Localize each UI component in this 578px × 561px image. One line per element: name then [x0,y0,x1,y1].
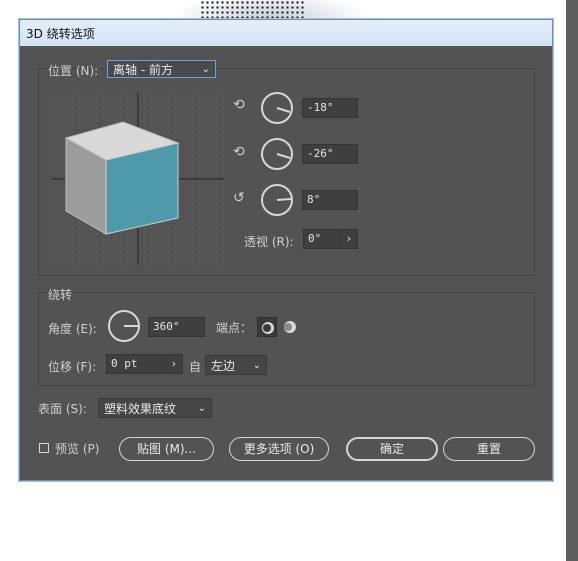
preview-checkbox[interactable] [39,443,49,453]
rotate-x-axis-icon: ⟲ [233,97,245,113]
position-preset-value: 离轴 - 前方 [113,63,173,77]
from-value: 左边 [211,359,236,373]
dialog-titlebar[interactable]: 3D 绕转选项 [20,20,552,46]
cap-on-icon [262,322,274,334]
offset-label: 位移 (F): [48,360,97,374]
position-label: 位置 (N): [48,64,99,78]
rotate-y-axis-icon: ⟲ [233,144,245,160]
perspective-arrow-button[interactable]: › [340,229,358,249]
angle-label: 角度 (E): [48,322,97,336]
from-label: 自 [189,360,202,374]
offset-input[interactable]: 0 pt [106,354,166,374]
revolve-label: 绕转 [48,288,73,302]
map-button[interactable]: 贴图 (M)... [119,437,214,461]
perspective-label: 透视 (R): [244,235,294,249]
rot-x-input[interactable]: -18° [302,98,358,118]
from-select[interactable]: 左边 ⌄ [205,355,267,375]
surface-select[interactable]: 塑料效果底纹 ⌄ [98,398,212,418]
cube-preview[interactable] [52,93,224,265]
rot-x-dial[interactable] [261,92,293,124]
preview-label[interactable]: 预览 (P) [55,440,99,457]
rot-y-dial[interactable] [261,138,293,170]
cap-on-button[interactable] [257,317,277,337]
more-options-button[interactable]: 更多选项 (O) [229,437,329,461]
position-preset-select[interactable]: 离轴 - 前方 ⌄ [107,60,216,78]
rot-z-dial[interactable] [261,184,293,216]
ok-button[interactable]: 确定 [346,437,438,461]
surface-value: 塑料效果底纹 [104,402,177,416]
chevron-down-icon: ⌄ [201,64,210,75]
angle-input[interactable]: 360° [148,317,205,337]
cube-preview-svg [52,93,224,265]
chevron-down-icon: ⌄ [197,403,206,414]
dialog-title: 3D 绕转选项 [26,27,95,41]
angle-dial[interactable] [108,310,140,342]
chevron-down-icon: ⌄ [252,360,261,371]
reset-button[interactable]: 重置 [443,437,535,461]
rot-z-input[interactable]: 8° [302,190,358,210]
surface-label: 表面 (S): [38,402,87,416]
cap-off-icon [284,321,296,333]
rotate-z-axis-icon: ↺ [233,190,245,206]
cap-off-button[interactable] [280,317,300,337]
rot-y-input[interactable]: -26° [302,144,358,164]
background-halftone [200,0,306,18]
perspective-input[interactable]: 0° [303,229,341,249]
cap-label: 端点： [216,321,253,335]
offset-arrow-button[interactable]: › [165,354,183,374]
revolve-options-dialog: 3D 绕转选项 位置 (N): 离轴 - 前方 ⌄ ⟲ -18° ⟲ -26° … [19,19,553,481]
window-edge [566,0,578,561]
